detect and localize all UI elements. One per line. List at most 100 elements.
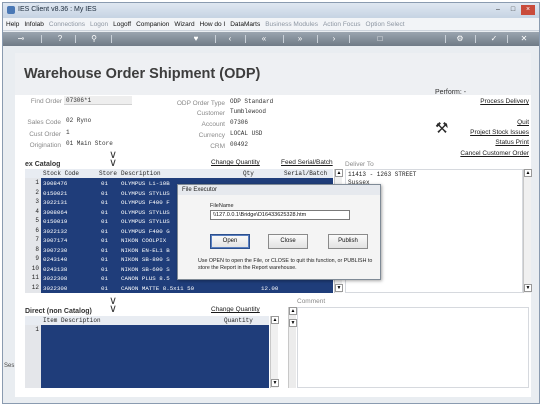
- direct-scrollbar[interactable]: ▲ ▼: [270, 316, 279, 388]
- column-description: Description: [121, 170, 161, 177]
- change-quantity-link[interactable]: Change Quantity: [211, 159, 260, 166]
- cell-qty: 12.00: [261, 284, 279, 292]
- catalog-title: ex Catalog: [25, 161, 61, 168]
- cell-store: 01: [101, 284, 108, 292]
- last-page-icon[interactable]: ›: [329, 34, 339, 44]
- menu-item-wizard[interactable]: Wizard: [171, 18, 196, 28]
- column-serial-batch: Serial/Batch: [284, 170, 328, 177]
- scroll-down-icon[interactable]: ▼: [335, 284, 343, 292]
- origination-field[interactable]: 01 Main Store: [64, 139, 124, 148]
- toolbar-divider: [283, 35, 284, 43]
- cell-desc: CANON MATTE 8.5x11 50: [121, 284, 195, 292]
- direct-grid[interactable]: Item Description Quantity 1: [25, 316, 269, 388]
- toolbar-divider: [111, 35, 112, 43]
- menu-item-logon[interactable]: Logon: [87, 18, 110, 28]
- menu-item-business-modules[interactable]: Business Modules: [262, 18, 320, 28]
- comment-scrollbar[interactable]: ▲ ▼: [288, 307, 297, 388]
- menu-item-action-focus[interactable]: Action Focus: [320, 18, 363, 28]
- quit-link[interactable]: Quit: [517, 119, 529, 126]
- perform-label: Perform: -: [435, 89, 467, 96]
- chevron-down-icon[interactable]: ∨ ∨: [109, 150, 117, 169]
- first-page-icon[interactable]: ‹: [225, 34, 235, 44]
- account-field[interactable]: 07306: [228, 118, 308, 127]
- column-item-description: Item Description: [43, 317, 101, 324]
- cancel-customer-order-link[interactable]: Cancel Customer Order: [460, 150, 529, 157]
- menu-bar: Help Infolab Connections Logon Logoff Compani…: [3, 18, 539, 31]
- cell-store: 01: [101, 256, 108, 263]
- catalog-grid-header: Stock Code Store Description Qty Serial/…: [25, 169, 333, 178]
- close-icon[interactable]: ×: [521, 5, 535, 15]
- find-order-field[interactable]: 07306*1: [64, 96, 132, 105]
- odp-order-type-field[interactable]: ODP Standard: [228, 97, 308, 106]
- direct-grid-header: Item Description Quantity: [25, 316, 269, 325]
- comment-label: Comment: [297, 298, 326, 305]
- direct-change-quantity-link[interactable]: Change Quantity: [211, 306, 260, 313]
- favorite-icon[interactable]: ♥: [191, 34, 201, 44]
- cell-code: 3007174: [43, 237, 68, 244]
- cancel-icon[interactable]: ✕: [519, 34, 529, 44]
- rewind-icon[interactable]: «: [259, 34, 269, 44]
- scroll-down-icon[interactable]: ▼: [524, 284, 532, 292]
- menu-item-logoff[interactable]: Logoff: [110, 18, 133, 28]
- scroll-up-icon[interactable]: ▲: [289, 307, 297, 315]
- scroll-up-icon[interactable]: ▲: [335, 169, 343, 177]
- close-button[interactable]: Close: [268, 234, 308, 249]
- cell-code: 0150021: [43, 189, 68, 197]
- tools-icon[interactable]: ⚒: [435, 119, 448, 137]
- publish-button[interactable]: Publish: [328, 234, 368, 249]
- scroll-down-icon[interactable]: ▼: [289, 319, 297, 327]
- title-bar: IES Client v8.36 : My IES – □ ×: [3, 3, 539, 18]
- scroll-up-icon[interactable]: ▲: [271, 316, 279, 324]
- cell-code: 0243140: [43, 256, 68, 263]
- crm-field[interactable]: 00492: [228, 140, 308, 149]
- customer-field[interactable]: Tumblewood: [228, 107, 308, 116]
- fast-forward-icon[interactable]: »: [295, 34, 305, 44]
- cust-order-field[interactable]: 1: [64, 128, 108, 137]
- feed-serial-batch-link[interactable]: Feed Serial/Batch: [281, 159, 333, 166]
- comment-box[interactable]: [297, 307, 529, 388]
- deliver-to-scrollbar[interactable]: ▲ ▼: [523, 169, 532, 293]
- toolbar-divider: [245, 35, 246, 43]
- minimize-icon[interactable]: –: [491, 5, 505, 15]
- menu-item-help[interactable]: Help: [3, 18, 21, 28]
- process-delivery-link[interactable]: Process Delivery: [480, 98, 529, 105]
- menu-item-datamarts[interactable]: DataMarts: [227, 18, 262, 28]
- filename-input[interactable]: \\127.0.0.1\Bridge\D16433625328.htm: [210, 210, 350, 220]
- key-icon[interactable]: ⊸: [13, 34, 29, 44]
- table-row[interactable]: 3022300 01 CANON MATTE 8.5x11 50 12.00: [25, 284, 333, 294]
- maximize-icon[interactable]: □: [506, 5, 520, 15]
- cell-store: 01: [101, 218, 108, 225]
- menu-item-connections[interactable]: Connections: [46, 18, 87, 28]
- dialog-message: Use OPEN to open the File, or CLOSE to q…: [198, 258, 373, 271]
- open-button[interactable]: Open: [210, 234, 250, 249]
- cell-code: 3008476: [43, 180, 68, 187]
- settings-icon[interactable]: ⚙: [455, 34, 465, 44]
- help-icon[interactable]: ?: [55, 34, 65, 44]
- currency-field[interactable]: LOCAL USD: [228, 129, 308, 138]
- cell-code: 0243138: [43, 265, 68, 273]
- chevron-down-icon[interactable]: ∨ ∨: [109, 296, 117, 315]
- search-icon[interactable]: ⚲: [89, 34, 99, 44]
- column-store: Store: [99, 170, 118, 177]
- confirm-icon[interactable]: ✓: [489, 34, 499, 44]
- customer-label: Customer: [196, 110, 225, 117]
- side-label: Ses: [4, 363, 15, 369]
- scroll-up-icon[interactable]: ▲: [524, 169, 532, 177]
- toolbar-divider: [75, 35, 76, 43]
- toolbar-divider: [349, 35, 350, 43]
- sales-code-field[interactable]: 02 Ryno: [64, 116, 108, 125]
- cell-code: 3022131: [43, 199, 68, 206]
- cell-code: 3008064: [43, 208, 68, 216]
- crm-label: CRM: [210, 143, 225, 150]
- menu-item-how-do-i[interactable]: How do I: [197, 18, 228, 28]
- menu-item-companion[interactable]: Companion: [133, 18, 171, 28]
- cell-store: 01: [101, 275, 108, 282]
- scroll-down-icon[interactable]: ▼: [271, 379, 279, 387]
- toolbar-divider: [507, 35, 508, 43]
- project-stock-issues-link[interactable]: Project Stock Issues: [470, 129, 529, 136]
- menu-item-infolab[interactable]: Infolab: [21, 18, 46, 28]
- cell-store: 01: [101, 227, 108, 235]
- status-print-link[interactable]: Status Print: [495, 139, 529, 146]
- window-icon[interactable]: □: [375, 34, 385, 44]
- menu-item-option-select[interactable]: Option Select: [363, 18, 407, 28]
